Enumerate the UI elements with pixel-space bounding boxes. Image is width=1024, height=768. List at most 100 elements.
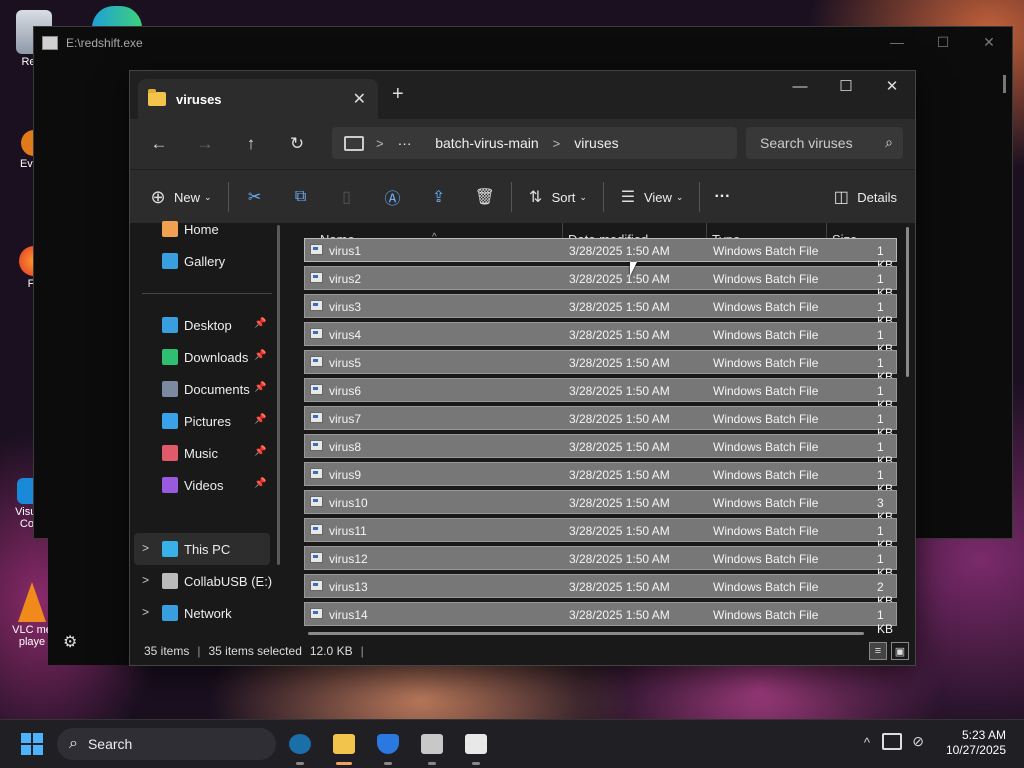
minimize-button[interactable]: — xyxy=(777,71,823,101)
file-row[interactable]: virus9 3/28/2025 1:50 AM Windows Batch Fil… xyxy=(304,462,897,496)
address-bar[interactable]: > ··· > batch-virus-main > viruses xyxy=(332,127,737,159)
nav-item-downloads[interactable]: Downloads xyxy=(162,345,248,369)
console-scrollbar[interactable] xyxy=(1003,75,1006,93)
chevron-right-icon[interactable]: > xyxy=(142,573,149,587)
taskbar-app-console-app[interactable] xyxy=(456,728,496,765)
share-button[interactable]: ⇪ xyxy=(429,180,449,214)
file-name: virus11 xyxy=(329,524,367,538)
nav-item-pictures[interactable]: Pictures xyxy=(162,409,231,433)
nav-item-videos[interactable]: Videos xyxy=(162,473,224,497)
taskbar-app-file-explorer[interactable] xyxy=(324,728,364,765)
nav-item-label: Videos xyxy=(184,477,224,493)
batch-file-icon xyxy=(310,440,323,451)
nav-item-gallery[interactable]: Gallery xyxy=(162,249,225,273)
breadcrumb-more-button[interactable]: ··· xyxy=(398,135,412,151)
taskbar-app-steam[interactable] xyxy=(280,728,320,765)
file-name: virus13 xyxy=(329,580,368,594)
file-row[interactable]: virus13 3/28/2025 1:50 AM Windows Batch Fi… xyxy=(304,574,897,608)
taskbar-app-windows-security[interactable] xyxy=(368,728,408,765)
new-button[interactable]: ⊕ New ⌄ xyxy=(148,180,211,214)
file-date-modified: 3/28/2025 1:50 AM xyxy=(569,384,670,398)
file-list-horizontal-scrollbar[interactable] xyxy=(308,632,864,635)
clock[interactable]: 5:23 AM 10/27/2025 xyxy=(946,728,1006,758)
view-button[interactable]: ☰ View ⌄ xyxy=(618,180,684,214)
tab-label: viruses xyxy=(176,91,222,107)
back-button[interactable]: ← xyxy=(136,127,182,161)
new-tab-button[interactable]: + xyxy=(392,83,404,106)
file-name: virus12 xyxy=(329,552,368,566)
sort-label: Sort xyxy=(551,189,576,205)
delete-button[interactable]: 🗑 xyxy=(475,180,495,214)
nav-item-documents[interactable]: Documents xyxy=(162,377,250,401)
gallery-icon xyxy=(162,253,178,269)
details-button[interactable]: ◫ Details xyxy=(831,180,897,214)
network-status-icon[interactable]: ⊘ xyxy=(912,733,924,750)
steam-icon xyxy=(289,734,311,754)
paste-button[interactable]: ▯ xyxy=(337,180,357,214)
command-bar: ⊕ New ⌄ ✂ ⧉ ▯ Ⓐ ⇪ 🗑 ⇅ Sort ⌄ ☰ View ⌄ ··… xyxy=(130,169,915,224)
file-date-modified: 3/28/2025 1:50 AM xyxy=(569,552,670,566)
more-options-button[interactable]: ··· xyxy=(714,180,730,214)
file-row[interactable]: virus12 3/28/2025 1:50 AM Windows Batch Fi… xyxy=(304,546,897,580)
nav-item-desktop[interactable]: Desktop xyxy=(162,313,232,337)
chevron-right-icon[interactable]: > xyxy=(142,605,149,619)
desktop-icon-edge[interactable] xyxy=(92,6,142,28)
file-row[interactable]: virus8 3/28/2025 1:50 AM Windows Batch Fil… xyxy=(304,434,897,468)
pin-icon: 📌 xyxy=(254,350,267,361)
breadcrumb-item-viruses[interactable]: viruses xyxy=(574,135,618,151)
file-row[interactable]: virus3 3/28/2025 1:50 AM Windows Batch Fil… xyxy=(304,294,897,328)
details-view-button[interactable]: ≡ xyxy=(869,642,887,660)
windows-logo-icon xyxy=(21,733,31,743)
file-row[interactable]: virus5 3/28/2025 1:50 AM Windows Batch Fil… xyxy=(304,350,897,384)
file-row[interactable]: virus11 3/28/2025 1:50 AM Windows Batch Fi… xyxy=(304,518,897,552)
close-button[interactable]: ✕ xyxy=(869,71,915,101)
search-icon: ⌕ xyxy=(69,735,78,752)
console-maximize-button[interactable]: ☐ xyxy=(920,27,966,57)
refresh-button[interactable]: ↻ xyxy=(274,127,320,161)
file-row[interactable]: virus1 3/28/2025 1:50 AM Windows Batch Fil… xyxy=(304,238,897,272)
show-hidden-icons-chevron[interactable]: ^ xyxy=(864,735,870,750)
batch-file-icon xyxy=(310,328,323,339)
view-label: View xyxy=(643,189,672,205)
file-explorer-window[interactable]: viruses ✕ + — ☐ ✕ ← → ↑ ↻ > ··· > batch-… xyxy=(129,70,916,666)
nav-item-this-pc[interactable]: This PC xyxy=(162,537,230,561)
console-title: E:\redshift.exe xyxy=(66,36,143,50)
tab-close-button[interactable]: ✕ xyxy=(353,89,366,109)
file-row[interactable]: virus2 3/28/2025 1:50 AM Windows Batch Fil… xyxy=(304,266,897,300)
maximize-button[interactable]: ☐ xyxy=(823,71,869,101)
file-row[interactable]: virus10 3/28/2025 1:50 AM Windows Batch Fi… xyxy=(304,490,897,524)
taskbar-app-notepad-app[interactable] xyxy=(412,728,452,765)
display-icon[interactable] xyxy=(882,733,902,750)
nav-item-network[interactable]: Network xyxy=(162,601,232,625)
search-box[interactable]: Search viruses ⌕ xyxy=(746,127,903,159)
file-name: virus5 xyxy=(329,356,362,370)
gear-icon[interactable]: ⚙ xyxy=(63,632,81,651)
cut-button[interactable]: ✂ xyxy=(245,180,265,214)
mouse-cursor xyxy=(630,262,637,276)
nav-item-home[interactable]: Home xyxy=(162,217,219,241)
nav-item-collabusb-e[interactable]: CollabUSB (E:) xyxy=(162,569,272,593)
large-icons-view-button[interactable]: ▣ xyxy=(891,642,909,660)
console-close-button[interactable]: ✕ xyxy=(966,27,1012,57)
rename-button[interactable]: Ⓐ xyxy=(383,180,403,214)
network-icon xyxy=(162,605,178,621)
copy-button[interactable]: ⧉ xyxy=(291,180,311,214)
start-button[interactable] xyxy=(21,733,43,755)
tab-viruses[interactable]: viruses ✕ xyxy=(138,79,378,119)
console-minimize-button[interactable]: — xyxy=(874,27,920,57)
up-button[interactable]: ↑ xyxy=(228,127,274,161)
file-list-vertical-scrollbar[interactable] xyxy=(906,227,909,377)
sort-button[interactable]: ⇅ Sort ⌄ xyxy=(526,180,587,214)
file-row[interactable]: virus4 3/28/2025 1:50 AM Windows Batch Fil… xyxy=(304,322,897,356)
breadcrumb-item-batch-virus-main[interactable]: batch-virus-main xyxy=(435,135,538,151)
file-row[interactable]: virus14 3/28/2025 1:50 AM Windows Batch Fi… xyxy=(304,602,897,636)
file-row[interactable]: virus6 3/28/2025 1:50 AM Windows Batch Fil… xyxy=(304,378,897,412)
console-titlebar[interactable]: E:\redshift.exe xyxy=(34,27,1012,59)
file-row[interactable]: virus7 3/28/2025 1:50 AM Windows Batch Fil… xyxy=(304,406,897,440)
nav-item-music[interactable]: Music xyxy=(162,441,218,465)
batch-file-icon xyxy=(310,272,323,283)
chevron-right-icon[interactable]: > xyxy=(142,541,149,555)
nav-pane-scrollbar[interactable] xyxy=(277,225,280,565)
taskbar-search[interactable]: ⌕ Search xyxy=(57,728,276,760)
forward-button[interactable]: → xyxy=(182,127,228,161)
